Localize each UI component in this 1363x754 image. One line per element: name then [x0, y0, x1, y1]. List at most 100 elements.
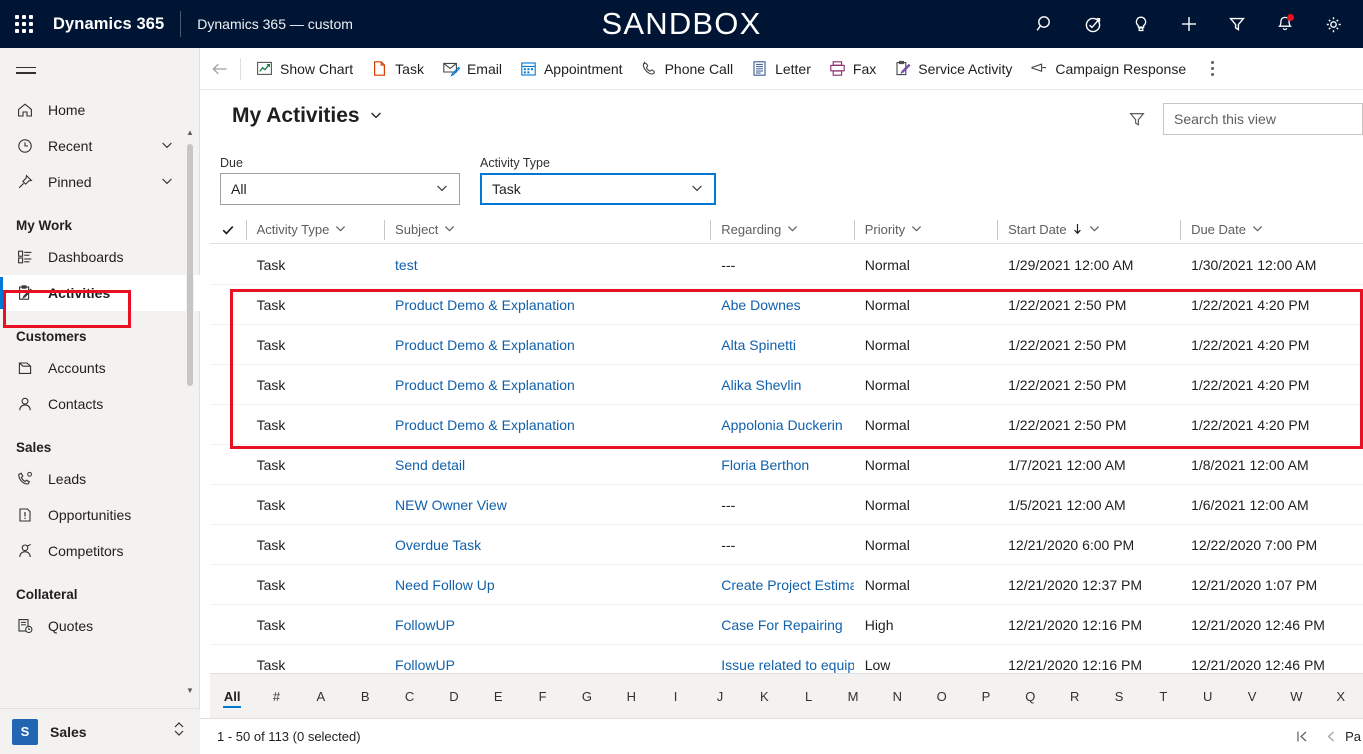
column-header-activity-type[interactable]: Activity Type — [245, 216, 384, 244]
alpha-filter-q[interactable]: Q — [1008, 674, 1052, 719]
alpha-filter-g[interactable]: G — [565, 674, 609, 719]
column-header-due-date[interactable]: Due Date — [1180, 216, 1363, 244]
alpha-filter-r[interactable]: R — [1053, 674, 1097, 719]
table-row[interactable]: Task Need Follow Up Create Project Estimat… — [210, 565, 1363, 605]
alpha-filter-e[interactable]: E — [476, 674, 520, 719]
cell-subject[interactable]: FollowUP — [384, 617, 710, 633]
back-button[interactable] — [200, 48, 240, 90]
table-row[interactable]: Task test --- Normal 1/29/2021 12:00 AM 1/30/… — [210, 245, 1363, 285]
previous-page-button[interactable] — [1317, 722, 1343, 752]
notifications-bell-icon[interactable] — [1261, 0, 1309, 48]
cell-regarding[interactable]: Create Project Estimati — [710, 577, 853, 593]
alpha-filter-all[interactable]: All — [210, 674, 254, 719]
chevron-down-icon[interactable] — [910, 222, 923, 238]
due-filter[interactable]: All — [220, 173, 460, 205]
sitemap-toggle-button[interactable] — [2, 48, 50, 92]
column-header-subject[interactable]: Subject — [384, 216, 710, 244]
command-letter-button[interactable]: Letter — [742, 48, 820, 90]
cell-subject[interactable]: Need Follow Up — [384, 577, 710, 593]
alpha-filter-m[interactable]: M — [831, 674, 875, 719]
view-selector[interactable]: My Activities — [232, 104, 383, 128]
sidebar-item-accounts[interactable]: Accounts — [0, 350, 200, 386]
chevron-down-icon[interactable] — [786, 222, 799, 238]
table-row[interactable]: Task NEW Owner View --- Normal 1/5/2021 12:0… — [210, 485, 1363, 525]
alpha-filter-a[interactable]: A — [299, 674, 343, 719]
search-icon[interactable] — [1021, 0, 1069, 48]
cell-subject[interactable]: Product Demo & Explanation — [384, 297, 710, 313]
cell-subject[interactable]: FollowUP — [384, 657, 710, 673]
table-row[interactable]: Task FollowUP Issue related to equipm Low 12… — [210, 645, 1363, 673]
alpha-filter-hash[interactable]: # — [254, 674, 298, 719]
chevron-down-icon[interactable] — [443, 222, 456, 238]
command-campaign-response-button[interactable]: Campaign Response — [1021, 48, 1195, 90]
activity-type-filter[interactable]: Task — [480, 173, 716, 205]
alpha-filter-t[interactable]: T — [1141, 674, 1185, 719]
sidebar-scrollbar[interactable]: ▲ ▼ — [186, 128, 194, 696]
chevron-down-icon[interactable] — [1088, 222, 1101, 238]
table-row[interactable]: Task Product Demo & Explanation Abe Downes… — [210, 285, 1363, 325]
lightbulb-icon[interactable] — [1117, 0, 1165, 48]
sidebar-scrollbar-thumb[interactable] — [187, 144, 193, 386]
app-launcher-button[interactable] — [0, 0, 48, 48]
table-row[interactable]: Task Overdue Task --- Normal 12/21/2020 6:00… — [210, 525, 1363, 565]
command-task-button[interactable]: Task — [362, 48, 433, 90]
alpha-filter-h[interactable]: H — [609, 674, 653, 719]
quick-create-icon[interactable] — [1165, 0, 1213, 48]
cell-regarding[interactable]: Case For Repairing — [710, 617, 853, 633]
alpha-filter-c[interactable]: C — [387, 674, 431, 719]
settings-gear-icon[interactable] — [1309, 0, 1357, 48]
chevron-down-icon[interactable] — [1251, 222, 1264, 238]
table-row[interactable]: Task Product Demo & Explanation Alika Shev… — [210, 365, 1363, 405]
cell-subject[interactable]: Product Demo & Explanation — [384, 417, 710, 433]
column-header-regarding[interactable]: Regarding — [710, 216, 853, 244]
command-fax-button[interactable]: Fax — [820, 48, 885, 90]
chevron-down-icon[interactable] — [334, 222, 347, 238]
alpha-filter-j[interactable]: J — [698, 674, 742, 719]
cell-subject[interactable]: Product Demo & Explanation — [384, 337, 710, 353]
cell-subject[interactable]: test — [384, 257, 710, 273]
alpha-filter-s[interactable]: S — [1097, 674, 1141, 719]
cell-subject[interactable]: Send detail — [384, 457, 710, 473]
alpha-filter-f[interactable]: F — [520, 674, 564, 719]
table-row[interactable]: Task Send detail Floria Berthon Normal 1/7/2… — [210, 445, 1363, 485]
command-service-activity-button[interactable]: Service Activity — [885, 48, 1021, 90]
alpha-filter-p[interactable]: P — [964, 674, 1008, 719]
column-header-start-date[interactable]: Start Date — [997, 216, 1180, 244]
command-show-chart-button[interactable]: Show Chart — [247, 48, 362, 90]
cell-regarding[interactable]: Alta Spinetti — [710, 337, 853, 353]
sidebar-item-dashboards[interactable]: Dashboards — [0, 239, 200, 275]
alpha-filter-d[interactable]: D — [432, 674, 476, 719]
alpha-filter-n[interactable]: N — [875, 674, 919, 719]
sidebar-item-contacts[interactable]: Contacts — [0, 386, 200, 422]
cell-regarding[interactable]: Issue related to equipm — [710, 657, 853, 673]
chevron-down-icon[interactable] — [160, 174, 174, 191]
table-row[interactable]: Task Product Demo & Explanation Alta Spine… — [210, 325, 1363, 365]
table-row[interactable]: Task FollowUP Case For Repairing High 12/21/… — [210, 605, 1363, 645]
filter-icon[interactable] — [1213, 0, 1261, 48]
alpha-filter-k[interactable]: K — [742, 674, 786, 719]
scroll-up-arrow-icon[interactable]: ▲ — [186, 128, 194, 138]
edit-filters-icon[interactable] — [1121, 103, 1153, 135]
sidebar-item-competitors[interactable]: Competitors — [0, 533, 200, 569]
alpha-filter-x[interactable]: X — [1319, 674, 1363, 719]
cell-regarding[interactable]: Alika Shevlin — [710, 377, 853, 393]
sidebar-item-pinned[interactable]: Pinned — [0, 164, 200, 200]
cell-regarding[interactable]: Floria Berthon — [710, 457, 853, 473]
sidebar-item-quotes[interactable]: Quotes — [0, 608, 200, 644]
first-page-button[interactable] — [1289, 722, 1315, 752]
cell-regarding[interactable]: Abe Downes — [710, 297, 853, 313]
sidebar-item-recent[interactable]: Recent — [0, 128, 200, 164]
command-appointment-button[interactable]: Appointment — [511, 48, 632, 90]
select-all-checkbox[interactable] — [210, 223, 246, 237]
alpha-filter-i[interactable]: I — [653, 674, 697, 719]
search-input[interactable] — [1163, 103, 1363, 135]
assistant-icon[interactable] — [1069, 0, 1117, 48]
alpha-filter-o[interactable]: O — [920, 674, 964, 719]
command-phone-call-button[interactable]: Phone Call — [632, 48, 743, 90]
more-commands-button[interactable] — [1195, 48, 1229, 90]
app-switcher-button[interactable]: S Sales — [0, 708, 200, 754]
sidebar-item-activities[interactable]: Activities — [0, 275, 200, 311]
table-row[interactable]: Task Product Demo & Explanation Appolonia … — [210, 405, 1363, 445]
cell-subject[interactable]: Product Demo & Explanation — [384, 377, 710, 393]
column-header-priority[interactable]: Priority — [853, 216, 997, 244]
